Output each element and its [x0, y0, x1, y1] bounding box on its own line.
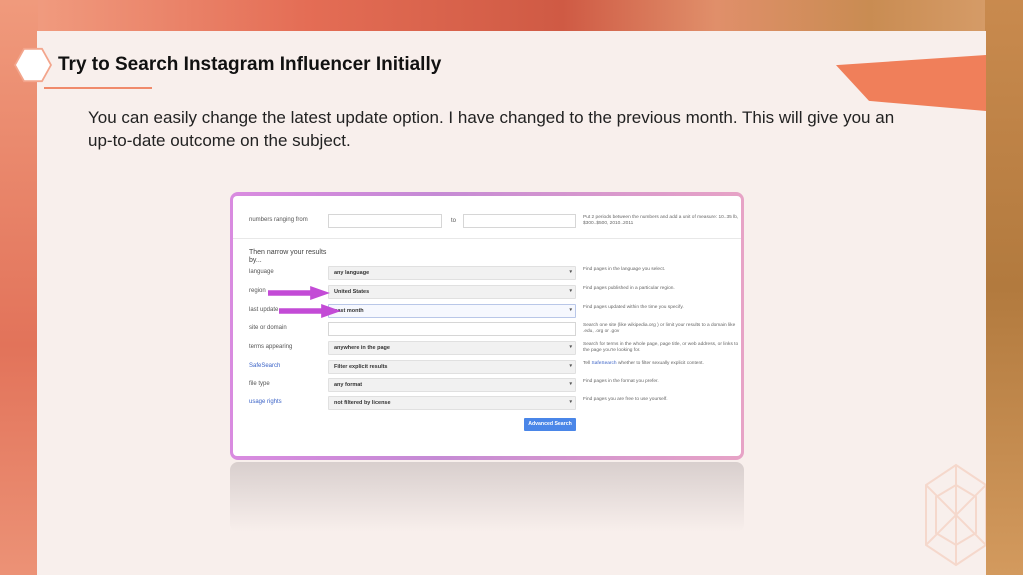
terms-appearing-select[interactable]: anywhere in the page ▾	[328, 341, 576, 355]
file-type-help: Find pages in the format you prefer.	[583, 379, 659, 384]
dropdown-arrow-icon: ▾	[569, 307, 572, 313]
terms-appearing-row: terms appearing anywhere in the page ▾ S…	[233, 341, 741, 355]
numbers-range-row: numbers ranging from to Put 2 periods be…	[233, 214, 741, 228]
background-left-band	[0, 0, 38, 575]
usage-rights-row: usage rights not filtered by license ▾ F…	[233, 396, 741, 410]
advanced-search-button[interactable]: Advanced Search	[524, 418, 576, 431]
site-domain-input[interactable]	[328, 322, 576, 336]
numbers-from-input[interactable]	[328, 214, 442, 228]
region-help: Find pages published in a particular reg…	[583, 286, 675, 291]
language-help: Find pages in the language you select.	[583, 267, 666, 272]
section-divider	[233, 238, 741, 239]
terms-appearing-label: terms appearing	[249, 344, 293, 350]
safesearch-help: Tell SafeSearch whether to filter sexual…	[583, 361, 739, 367]
slide-title: Try to Search Instagram Influencer Initi…	[58, 54, 442, 75]
safesearch-help-prefix: Tell	[583, 361, 592, 366]
dropdown-arrow-icon: ▾	[569, 363, 572, 369]
web-pattern-decoration	[925, 463, 986, 567]
numbers-to-label: to	[451, 218, 457, 224]
numbers-range-help: Put 2 periods between the numbers and ad…	[583, 215, 739, 226]
background-top-band	[0, 0, 1023, 32]
last-update-select[interactable]: past month ▾	[328, 304, 576, 318]
safesearch-help-suffix: whether to filter sexually explicit cont…	[616, 361, 704, 366]
dropdown-arrow-icon: ▾	[569, 269, 572, 275]
numbers-range-label: numbers ranging from	[249, 217, 308, 223]
last-update-help: Find pages updated within the time you s…	[583, 305, 684, 310]
background-right-band	[985, 0, 1023, 575]
safesearch-select[interactable]: Filter explicit results ▾	[328, 360, 576, 374]
usage-rights-select[interactable]: not filtered by license ▾	[328, 396, 576, 410]
slide-body-text: You can easily change the latest update …	[88, 108, 895, 150]
file-type-row: file type any format ▾ Find pages in the…	[233, 378, 741, 392]
region-select[interactable]: United States ▾	[328, 285, 576, 299]
last-update-label: last update	[249, 307, 279, 313]
dropdown-arrow-icon: ▾	[569, 381, 572, 387]
numbers-to-input[interactable]	[463, 214, 576, 228]
narrow-results-heading: Then narrow your results by...	[249, 249, 327, 264]
file-type-select[interactable]: any format ▾	[328, 378, 576, 392]
language-row: language any language ▾ Find pages in th…	[233, 266, 741, 280]
site-domain-label: site or domain	[249, 325, 287, 331]
site-domain-row: site or domain Search one site (like wik…	[233, 322, 741, 336]
coral-ribbon-decoration	[836, 55, 986, 111]
safesearch-link[interactable]: SafeSearch	[249, 363, 280, 369]
language-select[interactable]: any language ▾	[328, 266, 576, 280]
terms-appearing-help: Search for terms in the whole page, page…	[583, 342, 739, 353]
region-label: region	[249, 288, 266, 294]
file-type-label: file type	[249, 381, 270, 387]
dropdown-arrow-icon: ▾	[569, 288, 572, 294]
dropdown-arrow-icon: ▾	[569, 399, 572, 405]
dropdown-arrow-icon: ▾	[569, 344, 572, 350]
title-underline	[44, 87, 152, 89]
safesearch-row: SafeSearch Filter explicit results ▾ Tel…	[233, 360, 741, 374]
screenshot-reflection	[230, 462, 744, 532]
site-domain-help: Search one site (like wikipedia.org ) or…	[583, 323, 736, 334]
google-advanced-search-screenshot: numbers ranging from to Put 2 periods be…	[233, 196, 741, 456]
usage-rights-help: Find pages you are free to use yourself.	[583, 397, 668, 402]
usage-rights-link[interactable]: usage rights	[249, 399, 282, 405]
language-label: language	[249, 269, 274, 275]
safesearch-help-link[interactable]: SafeSearch	[592, 361, 617, 366]
